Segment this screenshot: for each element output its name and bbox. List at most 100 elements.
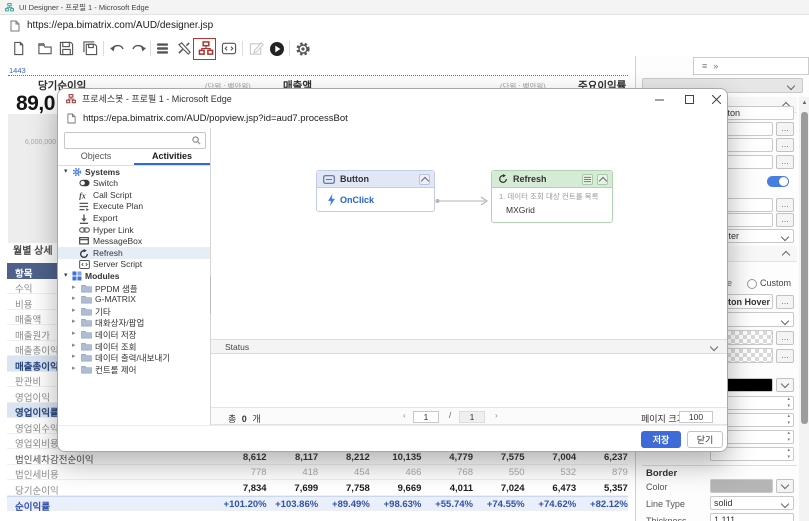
minimize-button[interactable]: [653, 93, 665, 105]
flow-canvas[interactable]: Button OnClick Refresh 1. 데이터 조회 대상 컨트롤 …: [211, 128, 727, 339]
close-window-button[interactable]: [710, 93, 722, 105]
expand-arrow-icon[interactable]: ▸: [72, 306, 76, 314]
tree-item-call-script[interactable]: fx Call Script: [58, 189, 210, 201]
tree-item-server-script[interactable]: Server Script: [58, 259, 210, 271]
button-node-body[interactable]: OnClick: [317, 188, 434, 212]
more-options-button[interactable]: …: [776, 138, 794, 152]
refresh-node[interactable]: Refresh 1. 데이터 조회 대상 컨트롤 목록 MXGrid: [491, 170, 613, 223]
toggle-switch[interactable]: [767, 176, 789, 187]
button-node-header[interactable]: Button: [317, 171, 434, 188]
tree-item-label[interactable]: Systems: [85, 167, 120, 177]
prev-page-icon[interactable]: ‹: [403, 411, 406, 420]
pin-icon[interactable]: ≡: [702, 61, 707, 71]
run-icon[interactable]: [268, 40, 285, 57]
new-file-icon[interactable]: [10, 40, 27, 57]
current-page-input[interactable]: [413, 410, 439, 423]
line-type-select[interactable]: solid: [710, 496, 794, 510]
more-options-button[interactable]: …: [776, 295, 794, 309]
tree-item-label[interactable]: G-MATRIX: [95, 294, 136, 304]
collapse-node-icon[interactable]: [597, 174, 608, 186]
tree-item-label[interactable]: Execute Plan: [93, 201, 143, 211]
tree-item-label[interactable]: Call Script: [93, 190, 132, 200]
tree-item-label[interactable]: Refresh: [93, 248, 123, 258]
collapse-node-icon[interactable]: [419, 174, 430, 186]
tab-objects[interactable]: Objects: [58, 149, 134, 165]
tree-item-label[interactable]: Hyper Link: [93, 225, 134, 235]
tab-activities[interactable]: Activities: [134, 149, 210, 165]
stepper-arrows-icon[interactable]: ▴ ▾: [787, 414, 790, 426]
expand-arrow-icon[interactable]: ▾: [64, 167, 68, 175]
tree-item-refresh[interactable]: Refresh: [58, 247, 210, 259]
more-options-button[interactable]: …: [776, 122, 794, 136]
browser-urlbar[interactable]: https://epa.bimatrix.com/AUD/designer.js…: [0, 15, 809, 37]
refresh-param-value[interactable]: MXGrid: [506, 205, 535, 215]
tree-item-hyper-link[interactable]: Hyper Link: [58, 224, 210, 236]
dropdown-button[interactable]: [776, 479, 794, 493]
tree-item-label[interactable]: MessageBox: [93, 236, 142, 246]
tree-item-execute-plan[interactable]: Execute Plan: [58, 201, 210, 213]
expand-arrow-icon[interactable]: ▸: [72, 341, 76, 349]
collapse-panel-icon[interactable]: »: [713, 61, 718, 71]
tree-item-label[interactable]: Server Script: [93, 259, 142, 269]
panel-scrollbar[interactable]: ▲: [799, 97, 809, 521]
dropdown-button[interactable]: [776, 378, 794, 392]
expand-arrow-icon[interactable]: ▾: [64, 271, 68, 279]
popup-url[interactable]: https://epa.bimatrix.com/AUD/popview.jsp…: [83, 113, 348, 124]
thickness-input[interactable]: 1.111: [710, 513, 794, 521]
expand-arrow-icon[interactable]: ▸: [72, 352, 76, 360]
tree-item-switch[interactable]: Switch: [58, 178, 210, 190]
tree-item-label[interactable]: Switch: [93, 178, 118, 188]
expand-arrow-icon[interactable]: ▸: [72, 317, 76, 325]
open-folder-icon[interactable]: [36, 40, 53, 57]
tree-item-label[interactable]: Export: [93, 213, 118, 223]
tree-search-input[interactable]: [64, 132, 206, 149]
button-node[interactable]: Button OnClick: [316, 170, 435, 212]
onclick-event-label[interactable]: OnClick: [340, 195, 374, 205]
stepper-arrows-icon[interactable]: ▴ ▾: [787, 448, 790, 460]
expand-arrow-icon[interactable]: ▸: [72, 283, 76, 291]
custom-radio[interactable]: [747, 279, 757, 289]
status-section-header[interactable]: Status: [211, 339, 727, 354]
tree-item-컨트롤-제어[interactable]: ▸ 컨트롤 제어: [58, 363, 210, 375]
table-row[interactable]: 순이익률 +101.20% +103.86% +89.49% +98.63% +55.74…: [7, 495, 628, 513]
page-size-input[interactable]: [679, 410, 713, 423]
more-options-button[interactable]: …: [776, 198, 794, 212]
table-row[interactable]: 당기순이익 7,834 7,699 7,758 9,669 4,011 7,024 6,473…: [7, 480, 628, 497]
browser-url[interactable]: https://epa.bimatrix.com/AUD/designer.js…: [27, 20, 213, 31]
stepper-arrows-icon[interactable]: ▴ ▾: [787, 397, 790, 409]
more-options-button[interactable]: …: [776, 349, 794, 363]
tree-item-export[interactable]: Export: [58, 212, 210, 224]
tree-item-대화상자-팝업[interactable]: ▸ 대화상자/팝업: [58, 317, 210, 329]
code-view-icon[interactable]: [220, 40, 237, 57]
popup-urlbar[interactable]: https://epa.bimatrix.com/AUD/popview.jsp…: [58, 108, 727, 129]
scrollbar-thumb[interactable]: [801, 112, 808, 424]
tree-item-g-matrix[interactable]: ▸ G-MATRIX: [58, 294, 210, 306]
tree-item-데이터-조회[interactable]: ▸ 데이터 조회: [58, 340, 210, 352]
tools-icon[interactable]: [176, 40, 193, 57]
maximize-button[interactable]: [683, 93, 695, 105]
tree-item-ppdm-샘플[interactable]: ▸ PPDM 샘플: [58, 282, 210, 294]
scroll-up-icon[interactable]: ▲: [799, 97, 809, 109]
expand-arrow-icon[interactable]: ▸: [72, 329, 76, 337]
tree-item-데이터-저장[interactable]: ▸ 데이터 저장: [58, 328, 210, 340]
tree-item-label[interactable]: Modules: [85, 271, 119, 281]
close-button[interactable]: 닫기: [687, 431, 723, 448]
tree-item-데이터-출력-내보내기[interactable]: ▸ 데이터 출력/내보내기: [58, 352, 210, 364]
more-options-button[interactable]: …: [776, 331, 794, 345]
edit-icon[interactable]: [248, 40, 265, 57]
tree-item-systems[interactable]: ▾ Systems: [58, 166, 210, 178]
node-list-icon[interactable]: [582, 174, 593, 185]
more-options-button[interactable]: …: [776, 155, 794, 169]
data-stack-icon[interactable]: [154, 40, 171, 57]
tree-item-기타[interactable]: ▸ 기타: [58, 305, 210, 317]
save-button[interactable]: 저장: [641, 431, 681, 448]
refresh-node-header[interactable]: Refresh: [492, 171, 612, 188]
border-color-swatch[interactable]: [710, 479, 773, 493]
save-icon[interactable]: [58, 40, 75, 57]
table-row[interactable]: 법인세비용 778 418 454 466 768 550 532 879: [7, 464, 628, 481]
stepper-arrows-icon[interactable]: ▴ ▾: [787, 431, 790, 443]
tree-item-label[interactable]: 컨트롤 제어: [95, 364, 136, 376]
expand-arrow-icon[interactable]: ▸: [72, 294, 76, 302]
save-all-icon[interactable]: [82, 40, 99, 57]
next-page-icon[interactable]: ›: [495, 411, 498, 420]
